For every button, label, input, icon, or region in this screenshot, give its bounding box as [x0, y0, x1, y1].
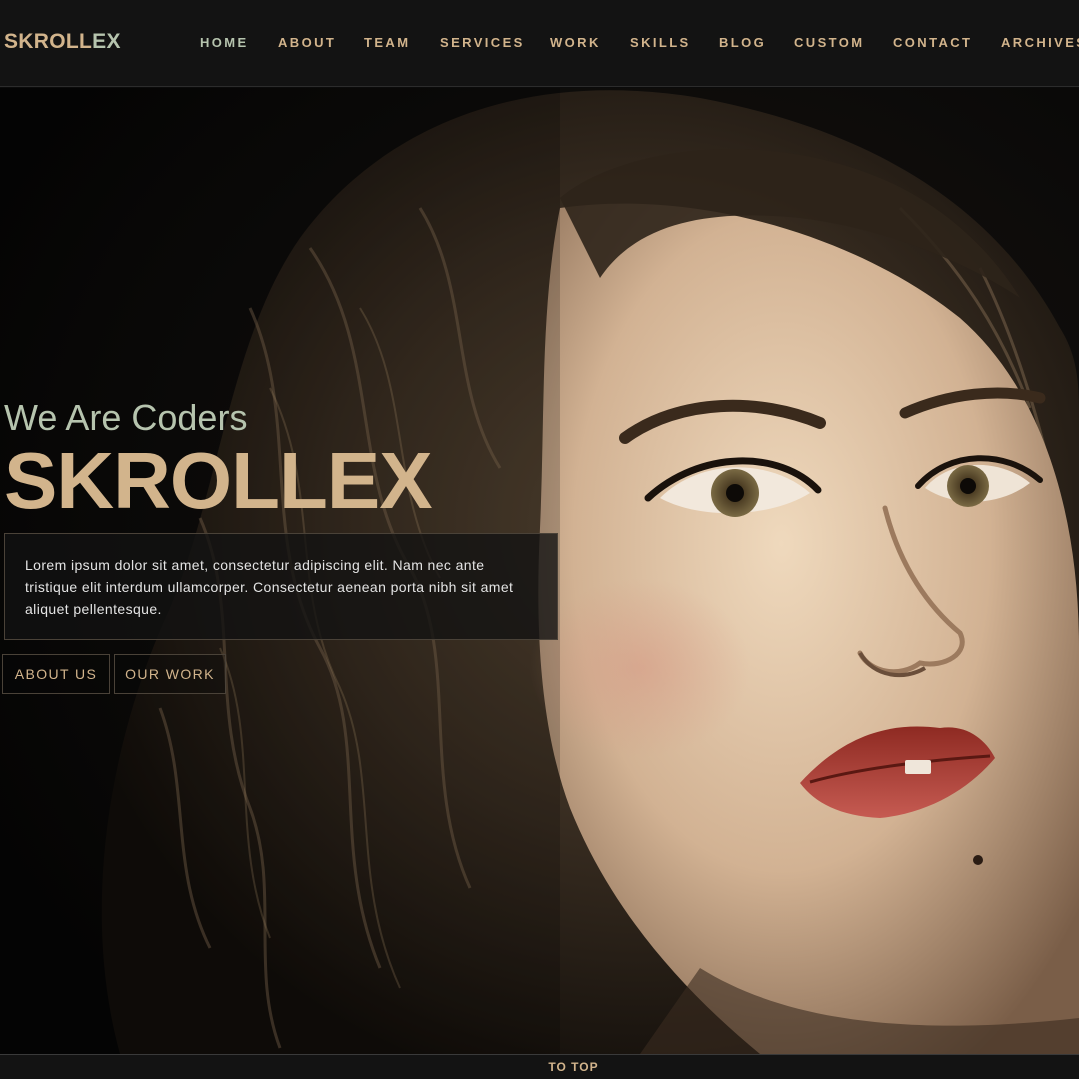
to-top-link[interactable]: TO TOP	[548, 1060, 598, 1074]
hero-section: We Are Coders SKROLLEX Lorem ipsum dolor…	[0, 88, 1079, 1054]
nav-item-skills[interactable]: SKILLS	[630, 35, 691, 51]
hero-subtitle: We Are Coders	[4, 397, 248, 438]
nav-item-home[interactable]: HOME	[200, 35, 249, 51]
nav-item-contact[interactable]: CONTACT	[893, 35, 972, 51]
brand-logo-part1: SKROLL	[4, 30, 93, 53]
about-us-button[interactable]: ABOUT US	[2, 654, 110, 694]
nav-item-services[interactable]: SERVICES	[440, 35, 525, 51]
nav-item-about[interactable]: ABOUT	[278, 35, 336, 51]
nav-item-team[interactable]: TEAM	[364, 35, 410, 51]
nav-item-blog[interactable]: BLOG	[719, 35, 766, 51]
hero-description: Lorem ipsum dolor sit amet, consectetur …	[25, 557, 514, 617]
hero-title: SKROLLEX	[4, 436, 433, 525]
to-top-bar: TO TOP	[0, 1054, 1079, 1079]
nav-item-work[interactable]: WORK	[550, 35, 601, 51]
site-header: SKROLLEX HOME ABOUT TEAM SERVICES WORK S…	[0, 0, 1079, 87]
hero-description-box: Lorem ipsum dolor sit amet, consectetur …	[4, 533, 558, 640]
brand-logo[interactable]: SKROLLEX	[4, 30, 121, 54]
our-work-button[interactable]: OUR WORK	[114, 654, 226, 694]
nav-item-archives[interactable]: ARCHIVES	[1001, 35, 1079, 51]
brand-logo-part2: EX	[92, 30, 121, 53]
nav-item-custom[interactable]: CUSTOM	[794, 35, 865, 51]
